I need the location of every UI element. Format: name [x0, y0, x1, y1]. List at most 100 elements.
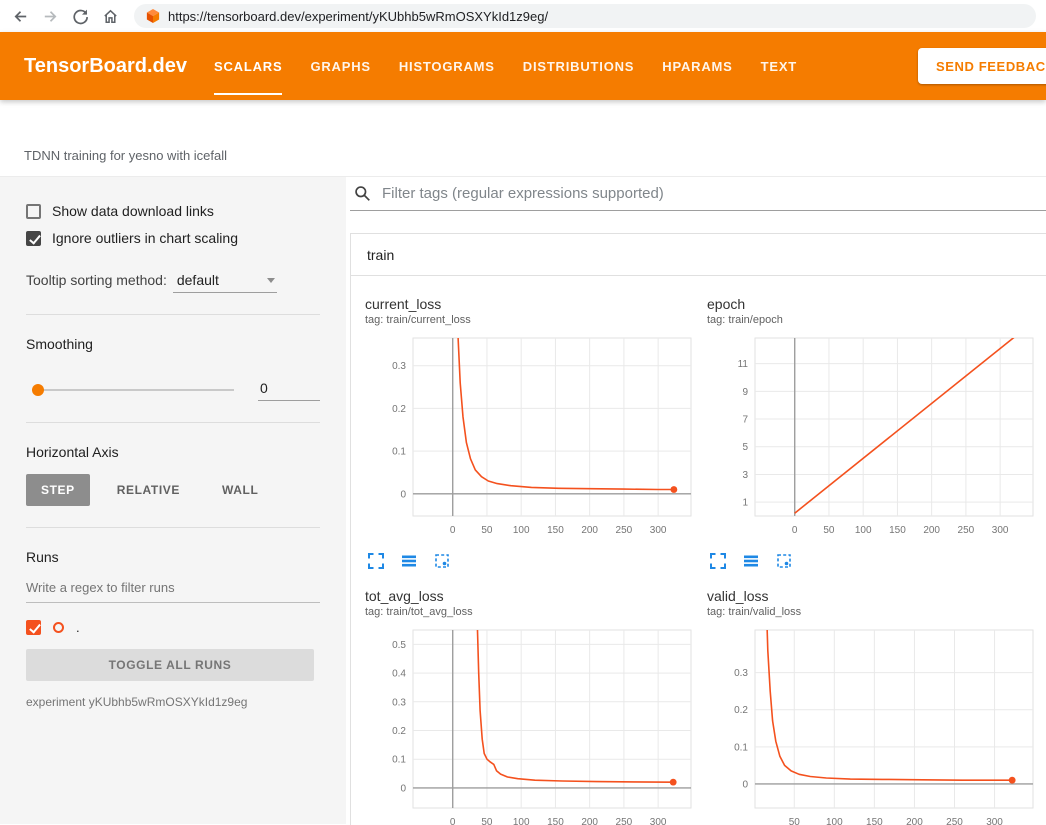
svg-text:100: 100 — [855, 525, 872, 536]
chart-tag: tag: train/tot_avg_loss — [365, 606, 707, 618]
tooltip-sorting-value: default — [177, 272, 219, 288]
search-icon — [354, 185, 371, 202]
svg-text:3: 3 — [742, 470, 748, 481]
chart-toolbar — [707, 545, 1046, 572]
send-feedback-button[interactable]: SEND FEEDBACK — [918, 48, 1046, 84]
divider — [26, 422, 320, 423]
run-name: . — [76, 620, 80, 635]
address-bar[interactable]: https://tensorboard.dev/experiment/yKUbh… — [134, 4, 1036, 28]
home-icon[interactable] — [96, 2, 124, 30]
train-group-card: train current_loss tag: train/current_lo… — [350, 233, 1046, 825]
run-checkbox[interactable] — [26, 620, 41, 635]
reload-icon[interactable] — [66, 2, 94, 30]
chart-title: tot_avg_loss — [365, 588, 707, 604]
expand-chart-icon[interactable] — [367, 552, 387, 572]
tab-hparams[interactable]: HPARAMS — [648, 32, 746, 100]
nav-tabs: SCALARS GRAPHS HISTOGRAMS DISTRIBUTIONS … — [200, 32, 811, 100]
run-row[interactable]: . — [26, 620, 320, 635]
svg-text:50: 50 — [481, 525, 493, 536]
svg-text:0.2: 0.2 — [392, 404, 406, 415]
tab-distributions[interactable]: DISTRIBUTIONS — [509, 32, 649, 100]
runs-label: Runs — [26, 549, 320, 565]
axis-wall-button[interactable]: WALL — [207, 474, 273, 506]
chart-title: current_loss — [365, 296, 707, 312]
chart-title: valid_loss — [707, 588, 1046, 604]
svg-text:150: 150 — [889, 525, 906, 536]
chart-plot[interactable]: 00.10.20.350100150200250300 — [707, 625, 1037, 825]
settings-sidebar: Show data download links Ignore outliers… — [0, 177, 346, 824]
smoothing-label: Smoothing — [26, 336, 320, 352]
show-download-links-label: Show data download links — [52, 203, 214, 219]
svg-text:250: 250 — [616, 525, 633, 536]
content: Show data download links Ignore outliers… — [0, 177, 1046, 824]
tag-filter-row — [350, 177, 1046, 211]
slider-thumb[interactable] — [32, 384, 44, 396]
svg-text:0.4: 0.4 — [392, 669, 406, 680]
chart-tag: tag: train/epoch — [707, 314, 1046, 326]
view-runs-icon[interactable] — [400, 552, 420, 572]
train-group-header[interactable]: train — [351, 234, 1046, 276]
svg-text:7: 7 — [742, 415, 748, 426]
svg-text:50: 50 — [789, 817, 801, 825]
expand-chart-icon[interactable] — [709, 552, 729, 572]
svg-text:300: 300 — [992, 525, 1009, 536]
svg-text:250: 250 — [958, 525, 975, 536]
divider — [26, 527, 320, 528]
svg-text:0.3: 0.3 — [734, 668, 748, 679]
svg-text:200: 200 — [906, 817, 923, 825]
chart-tag: tag: train/valid_loss — [707, 606, 1046, 618]
svg-text:100: 100 — [513, 525, 530, 536]
show-download-links-checkbox[interactable] — [26, 204, 41, 219]
smoothing-row: 0 — [26, 378, 320, 401]
chart-toolbar — [365, 545, 707, 572]
svg-text:0.1: 0.1 — [392, 755, 406, 766]
tab-histograms[interactable]: HISTOGRAMS — [385, 32, 509, 100]
svg-text:300: 300 — [986, 817, 1003, 825]
tab-graphs[interactable]: GRAPHS — [296, 32, 384, 100]
svg-text:11: 11 — [738, 359, 749, 370]
svg-text:0.2: 0.2 — [734, 705, 748, 716]
experiment-id-label: experiment yKUbhb5wRmOSXYkId1z9eg — [26, 695, 320, 709]
svg-text:0: 0 — [450, 817, 456, 825]
view-runs-icon[interactable] — [742, 552, 762, 572]
scalars-main: train current_loss tag: train/current_lo… — [346, 177, 1046, 824]
svg-text:0.2: 0.2 — [392, 726, 406, 737]
svg-text:200: 200 — [923, 525, 940, 536]
axis-relative-button[interactable]: RELATIVE — [102, 474, 195, 506]
svg-text:0.3: 0.3 — [392, 361, 406, 372]
smoothing-value[interactable]: 0 — [258, 378, 320, 401]
svg-text:250: 250 — [946, 817, 963, 825]
ignore-outliers-checkbox[interactable] — [26, 231, 41, 246]
axis-step-button[interactable]: STEP — [26, 474, 90, 506]
charts-grid: current_loss tag: train/current_loss 00.… — [351, 276, 1046, 825]
fit-domain-icon[interactable] — [775, 552, 795, 572]
back-icon[interactable] — [6, 2, 34, 30]
runs-filter-input[interactable] — [26, 573, 320, 603]
browser-toolbar: https://tensorboard.dev/experiment/yKUbh… — [0, 0, 1046, 32]
svg-text:150: 150 — [866, 817, 883, 825]
chart-plot[interactable]: 1357911050100150200250300 — [707, 333, 1037, 545]
show-download-links-row[interactable]: Show data download links — [26, 203, 320, 219]
tooltip-sorting-select[interactable]: default — [173, 270, 277, 293]
chart-plot[interactable]: 00.10.20.30.40.5050100150200250300 — [365, 625, 695, 825]
smoothing-slider[interactable] — [34, 389, 234, 391]
forward-icon[interactable] — [36, 2, 64, 30]
experiment-header: TDNN training for yesno with icefall — [0, 100, 1046, 177]
fit-domain-icon[interactable] — [433, 552, 453, 572]
tab-scalars[interactable]: SCALARS — [200, 32, 296, 100]
chart-plot[interactable]: 00.10.20.3050100150200250300 — [365, 333, 695, 545]
ignore-outliers-label: Ignore outliers in chart scaling — [52, 230, 238, 246]
svg-text:150: 150 — [547, 817, 564, 825]
tag-filter-input[interactable] — [380, 177, 1046, 210]
chart-title: epoch — [707, 296, 1046, 312]
divider — [26, 314, 320, 315]
svg-text:50: 50 — [481, 817, 493, 825]
horizontal-axis-label: Horizontal Axis — [26, 444, 320, 460]
ignore-outliers-row[interactable]: Ignore outliers in chart scaling — [26, 230, 320, 246]
tab-text[interactable]: TEXT — [747, 32, 811, 100]
url-text[interactable]: https://tensorboard.dev/experiment/yKUbh… — [168, 9, 548, 24]
site-favicon — [146, 9, 160, 23]
chart-card-epoch: epoch tag: train/epoch 13579110501001502… — [707, 296, 1046, 572]
brand-title: TensorBoard.dev — [0, 32, 200, 100]
toggle-all-runs-button[interactable]: TOGGLE ALL RUNS — [26, 649, 314, 681]
